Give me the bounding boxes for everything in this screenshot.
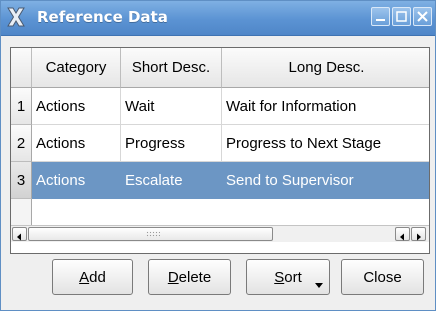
delete-button[interactable]: Delete bbox=[148, 259, 231, 295]
add-button-label: Add bbox=[79, 269, 106, 286]
column-header-long-desc[interactable]: Long Desc. bbox=[222, 48, 429, 88]
add-button[interactable]: Add bbox=[52, 259, 133, 295]
table-cell-long-desc[interactable]: Send to Supervisor bbox=[222, 162, 429, 199]
column-header-category[interactable]: Category bbox=[32, 48, 121, 88]
row-header[interactable]: 2 bbox=[11, 125, 32, 162]
column-header-short-desc[interactable]: Short Desc. bbox=[121, 48, 222, 88]
arrow-right-icon bbox=[417, 233, 421, 241]
arrow-left-icon bbox=[400, 233, 404, 241]
close-window-button[interactable] bbox=[413, 7, 432, 26]
table-cell-short-desc[interactable]: Wait bbox=[121, 88, 222, 125]
window-title: Reference Data bbox=[37, 8, 168, 26]
close-icon bbox=[417, 11, 428, 22]
table-cell-category[interactable]: Actions bbox=[32, 88, 121, 125]
arrow-left-icon bbox=[17, 233, 21, 241]
sort-label-rest: ort bbox=[284, 268, 302, 286]
table-cell-short-desc[interactable]: Escalate bbox=[121, 162, 222, 199]
row-header[interactable]: 1 bbox=[11, 88, 32, 125]
sort-button[interactable]: Sort bbox=[246, 259, 330, 295]
maximize-button[interactable] bbox=[392, 7, 411, 26]
corner-header bbox=[11, 48, 32, 88]
table-cell-long-desc[interactable]: Wait for Information bbox=[222, 88, 429, 125]
reference-data-window: Reference Data Category Short Desc. Long… bbox=[0, 0, 436, 311]
grip-icon bbox=[146, 231, 160, 238]
row-header[interactable]: 3 bbox=[11, 162, 32, 199]
maximize-icon bbox=[396, 11, 407, 22]
minimize-icon bbox=[376, 19, 385, 21]
minimize-button[interactable] bbox=[371, 7, 390, 26]
table-cell-short-desc[interactable]: Progress bbox=[121, 125, 222, 162]
dropdown-arrow-icon bbox=[315, 283, 323, 288]
sort-button-label: Sort bbox=[274, 269, 302, 286]
table-cell-category[interactable]: Actions bbox=[32, 162, 121, 199]
empty-row-header-area bbox=[11, 199, 32, 225]
add-mnemonic: A bbox=[79, 268, 90, 286]
delete-label-rest: elete bbox=[178, 268, 212, 286]
scroll-right-button[interactable] bbox=[411, 227, 426, 241]
scroll-left-button[interactable] bbox=[12, 227, 27, 241]
horizontal-scrollbar[interactable] bbox=[11, 225, 429, 242]
title-bar[interactable]: Reference Data bbox=[1, 1, 435, 36]
add-label-rest: dd bbox=[89, 268, 106, 286]
delete-button-label: Delete bbox=[168, 269, 211, 286]
x-app-icon bbox=[7, 7, 25, 27]
reference-table[interactable]: Category Short Desc. Long Desc. 1 Action… bbox=[10, 47, 430, 254]
scroll-left-button-2[interactable] bbox=[395, 227, 410, 241]
table-cell-category[interactable]: Actions bbox=[32, 125, 121, 162]
close-button[interactable]: Close bbox=[341, 259, 424, 295]
sort-mnemonic: S bbox=[274, 268, 285, 286]
scrollbar-thumb[interactable] bbox=[28, 227, 273, 241]
delete-mnemonic: D bbox=[167, 268, 179, 286]
table-cell-long-desc[interactable]: Progress to Next Stage bbox=[222, 125, 429, 162]
